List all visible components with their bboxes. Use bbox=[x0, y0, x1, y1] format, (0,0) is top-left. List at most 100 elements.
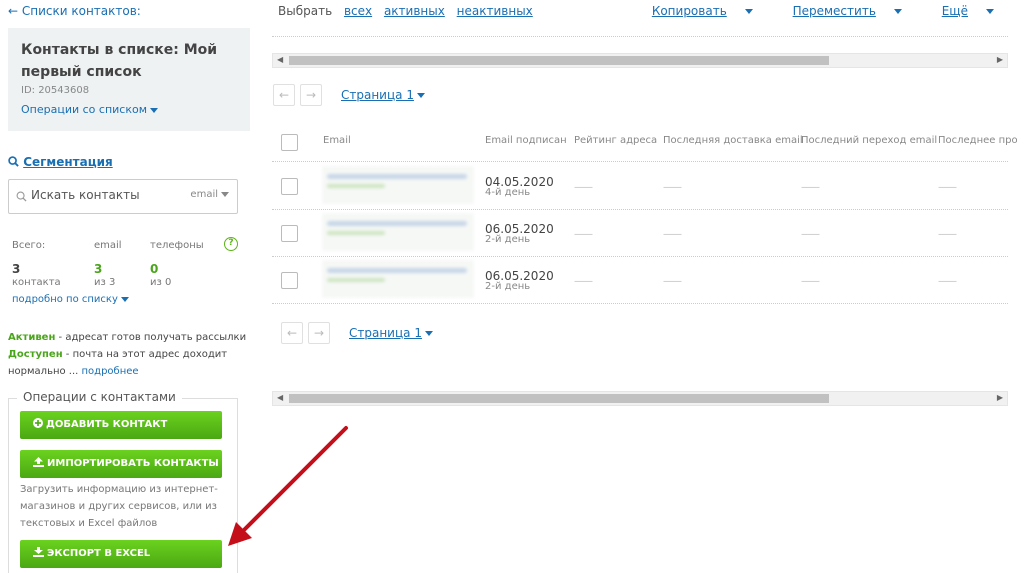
rating-value: —— bbox=[574, 182, 593, 193]
column-header-last-more[interactable]: Последнее про bbox=[938, 135, 1018, 146]
download-icon bbox=[33, 547, 44, 557]
available-status-label: Доступен bbox=[8, 349, 63, 360]
subscribed-day: 2-й день bbox=[485, 281, 531, 292]
column-header-email[interactable]: Email bbox=[323, 135, 351, 146]
copy-dropdown[interactable]: Копировать bbox=[634, 4, 753, 18]
contact-operations-title: Операции с контактами bbox=[17, 390, 182, 404]
column-header-last-delivery[interactable]: Последняя доставка email bbox=[663, 135, 803, 146]
last-delivery-value: —— bbox=[663, 182, 682, 193]
last-more-value: —— bbox=[938, 182, 957, 193]
next-page-button[interactable]: → bbox=[300, 84, 322, 106]
stat-value-email: 3 bbox=[94, 262, 103, 276]
page-label: Страница 1 bbox=[341, 88, 414, 102]
details-by-list-link[interactable]: подробно по списку bbox=[12, 294, 129, 305]
select-inactive-link[interactable]: неактивных bbox=[457, 4, 533, 18]
add-contact-button[interactable]: ДОБАВИТЬ КОНТАКТ bbox=[20, 411, 222, 439]
search-type-label: email bbox=[190, 189, 218, 200]
row-checkbox[interactable] bbox=[281, 225, 298, 242]
last-click-value: —— bbox=[801, 229, 820, 240]
divider bbox=[272, 36, 1008, 37]
list-id: ID: 20543608 bbox=[21, 85, 90, 96]
stat-sub-phones: из 0 bbox=[150, 277, 172, 288]
blurred-email bbox=[322, 260, 474, 298]
select-all-link[interactable]: всех bbox=[344, 4, 372, 18]
chevron-down-icon bbox=[744, 9, 753, 14]
move-dropdown[interactable]: Переместить bbox=[775, 4, 902, 18]
select-all-checkbox[interactable] bbox=[281, 134, 298, 151]
stat-header-total: Всего: bbox=[12, 240, 46, 251]
stat-value-total: 3 bbox=[12, 262, 21, 276]
column-header-subscribed[interactable]: Email подписан bbox=[485, 135, 567, 146]
active-status-label: Активен bbox=[8, 332, 56, 343]
last-click-value: —— bbox=[801, 182, 820, 193]
main-content: Выбрать всех активных неактивных Копиров… bbox=[250, 0, 1024, 573]
column-header-last-click[interactable]: Последний переход email bbox=[801, 135, 937, 146]
more-label: Ещё bbox=[941, 4, 968, 18]
rating-value: —— bbox=[574, 276, 593, 287]
status-legend: Активен - адресат готов получать рассылк… bbox=[8, 329, 248, 380]
page-selector[interactable]: Страница 1 bbox=[341, 88, 425, 102]
table-header: Email Email подписан Рейтинг адреса Посл… bbox=[272, 126, 1018, 162]
row-checkbox[interactable] bbox=[281, 272, 298, 289]
table-row[interactable]: 04.05.2020 4-й день —— —— —— —— bbox=[272, 163, 1008, 210]
select-active-link[interactable]: активных bbox=[384, 4, 445, 18]
prev-page-button[interactable]: ← bbox=[273, 84, 295, 106]
search-type-dropdown[interactable]: email bbox=[190, 189, 229, 200]
subscribed-day: 2-й день bbox=[485, 234, 531, 245]
import-contacts-button[interactable]: ИМПОРТИРОВАТЬ КОНТАКТЫ bbox=[20, 450, 222, 478]
last-more-value: —— bbox=[938, 229, 957, 240]
details-label: подробно по списку bbox=[12, 294, 118, 305]
chevron-down-icon bbox=[120, 296, 129, 302]
prev-page-button[interactable]: ← bbox=[281, 322, 303, 344]
scroll-right-icon[interactable]: ▶ bbox=[997, 55, 1003, 64]
scroll-left-icon[interactable]: ◀ bbox=[277, 55, 283, 64]
stat-sub-email: из 3 bbox=[94, 277, 116, 288]
page-title: Контакты в списке: Мой первый список bbox=[21, 42, 218, 80]
blurred-email bbox=[322, 166, 474, 204]
chevron-down-icon bbox=[416, 93, 425, 98]
stat-header-email: email bbox=[94, 240, 122, 251]
scroll-thumb[interactable] bbox=[289, 56, 829, 65]
help-icon[interactable]: ? bbox=[224, 237, 238, 251]
last-delivery-value: —— bbox=[663, 276, 682, 287]
scroll-right-icon[interactable]: ▶ bbox=[997, 393, 1003, 402]
row-checkbox[interactable] bbox=[281, 178, 298, 195]
search-icon bbox=[8, 156, 19, 167]
subscribed-day: 4-й день bbox=[485, 187, 531, 198]
column-header-rating[interactable]: Рейтинг адреса bbox=[574, 135, 657, 146]
table-row[interactable]: 06.05.2020 2-й день —— —— —— —— bbox=[272, 210, 1008, 257]
active-status-text: - адресат готов получать рассылки bbox=[55, 332, 247, 343]
chevron-down-icon bbox=[893, 9, 902, 14]
horizontal-scrollbar-bottom[interactable]: ◀ ▶ bbox=[272, 391, 1008, 406]
stat-header-phones: телефоны bbox=[150, 240, 204, 251]
move-label: Переместить bbox=[792, 4, 876, 18]
copy-label: Копировать bbox=[651, 4, 727, 18]
select-label: Выбрать bbox=[278, 4, 333, 18]
segmentation-label: Сегментация bbox=[23, 155, 113, 169]
more-info-link[interactable]: подробнее bbox=[82, 366, 139, 377]
blurred-email bbox=[322, 213, 474, 251]
page-selector[interactable]: Страница 1 bbox=[349, 326, 433, 340]
list-operations-dropdown[interactable]: Операции со списком bbox=[21, 103, 237, 116]
search-input[interactable] bbox=[31, 188, 181, 202]
more-dropdown[interactable]: Ещё bbox=[924, 4, 994, 18]
chevron-down-icon bbox=[424, 331, 433, 336]
page-label: Страница 1 bbox=[349, 326, 422, 340]
export-excel-button[interactable]: ЭКСПОРТ В EXCEL bbox=[20, 540, 222, 568]
segmentation-link[interactable]: Сегментация bbox=[8, 155, 113, 169]
list-info-box: Контакты в списке: Мой первый список ID:… bbox=[8, 28, 250, 131]
chevron-down-icon bbox=[150, 107, 159, 113]
horizontal-scrollbar-top[interactable]: ◀ ▶ bbox=[272, 53, 1008, 68]
scroll-left-icon[interactable]: ◀ bbox=[277, 393, 283, 402]
back-to-lists-link[interactable]: ← Списки контактов: bbox=[8, 4, 141, 18]
scroll-thumb[interactable] bbox=[289, 394, 829, 403]
import-description: Загрузить информацию из интернет-магазин… bbox=[20, 484, 218, 529]
last-click-value: —— bbox=[801, 276, 820, 287]
export-excel-label: ЭКСПОРТ В EXCEL bbox=[47, 548, 151, 559]
sidebar: ← Списки контактов: Контакты в списке: М… bbox=[0, 0, 250, 573]
chevron-down-icon bbox=[986, 9, 994, 14]
table-row[interactable]: 06.05.2020 2-й день —— —— —— —— bbox=[272, 257, 1008, 304]
actions-toolbar: Копировать Переместить Ещё bbox=[616, 4, 994, 18]
next-page-button[interactable]: → bbox=[308, 322, 330, 344]
search-box: email bbox=[8, 179, 238, 214]
